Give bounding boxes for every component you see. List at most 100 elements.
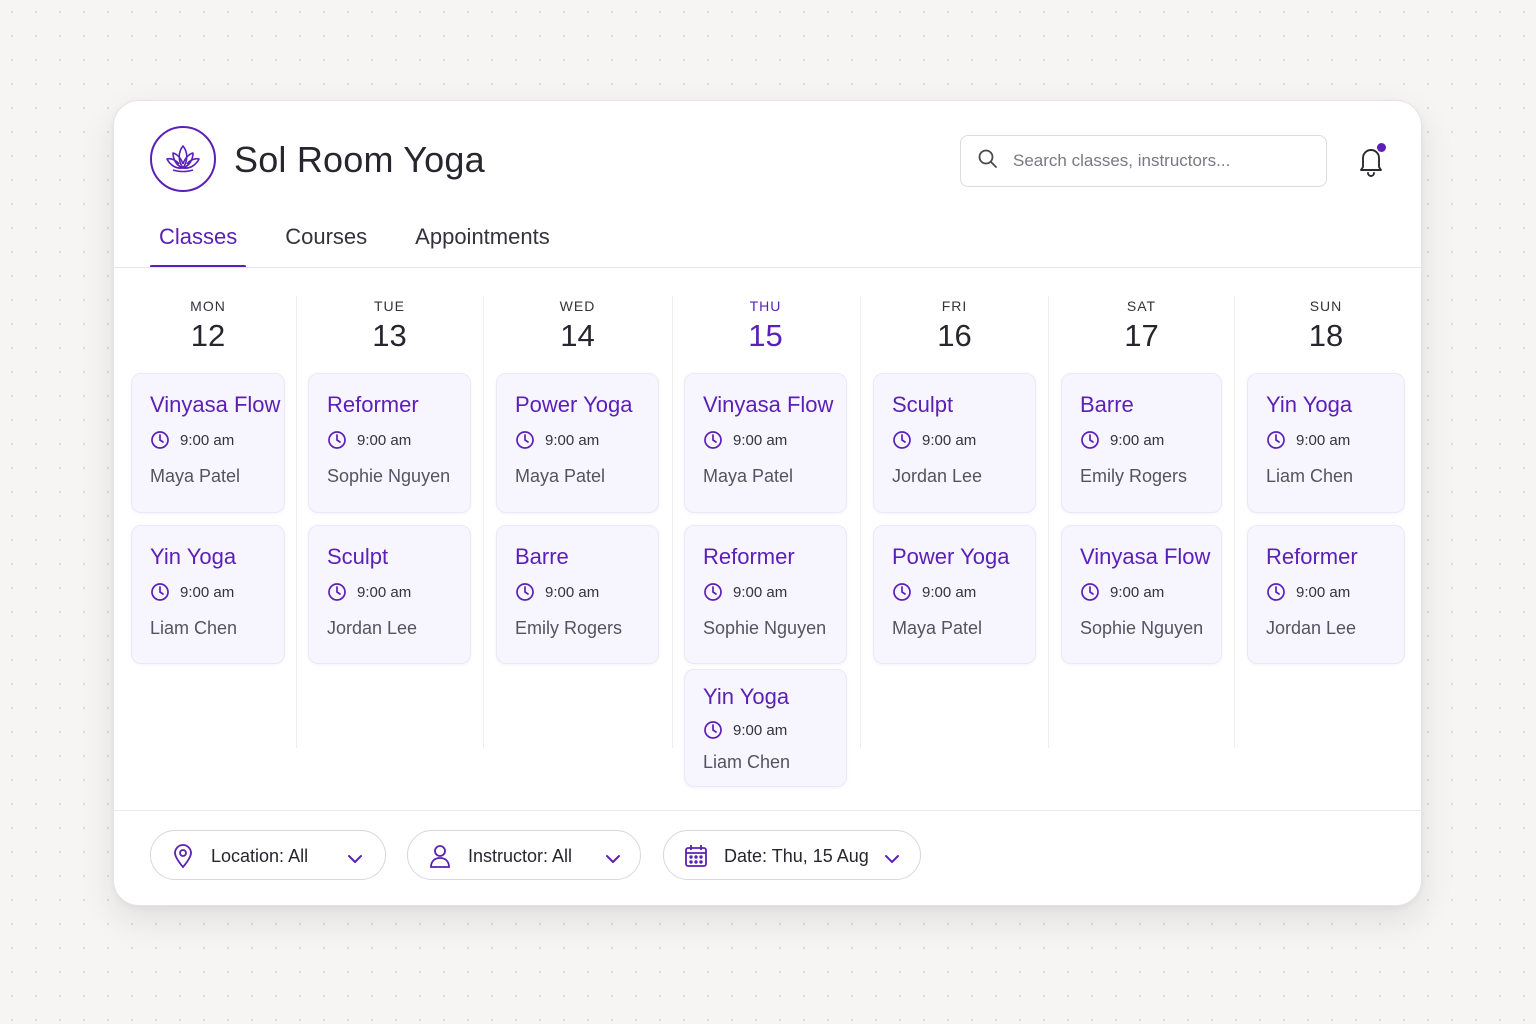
class-title: Barre (1080, 392, 1134, 417)
day-column-sat: SAT 17 Barre 9:00 am Emily Rogers Vinyasa Flo… (1061, 268, 1222, 808)
class-title: Vinyasa Flow (1080, 544, 1211, 569)
tab-appointments[interactable]: Appointments (406, 221, 559, 268)
class-instructor: Sophie Nguyen (327, 466, 451, 486)
day-name: WED (559, 298, 596, 314)
class-instructor: Emily Rogers (1080, 466, 1188, 486)
class-instructor: Liam Chen (703, 752, 791, 772)
class-time: 9:00 am (892, 582, 976, 602)
week-grid: MON 12 Vinyasa Flow 9:00 am Maya Patel Yin Yo… (114, 268, 1423, 808)
class-instructor: Maya Patel (150, 466, 241, 486)
class-title: Reformer (1266, 544, 1358, 569)
day-column-wed: WED 14 Power Yoga 9:00 am Maya Patel Barre 9:0… (496, 268, 659, 808)
class-card[interactable]: Yin Yoga 9:00 am Liam Chen (1247, 373, 1405, 513)
chevron-down-icon (884, 849, 900, 870)
class-card[interactable]: Sculpt 9:00 am Jordan Lee (873, 373, 1036, 513)
class-time-label: 9:00 am (1296, 583, 1351, 601)
class-card[interactable]: Reformer 9:00 am Sophie Nguyen (308, 373, 471, 513)
class-instructor: Jordan Lee (1266, 618, 1357, 638)
notification-dot (1377, 143, 1386, 152)
class-card[interactable]: Power Yoga 9:00 am Maya Patel (496, 373, 659, 513)
class-time: 9:00 am (703, 430, 787, 450)
class-title: Power Yoga (515, 392, 633, 417)
class-card[interactable]: Yin Yoga 9:00 am Liam Chen (684, 669, 847, 787)
class-time-label: 9:00 am (922, 583, 977, 601)
class-time-label: 9:00 am (733, 721, 788, 739)
app-title: Sol Room Yoga (234, 139, 485, 180)
class-time: 9:00 am (892, 430, 976, 450)
date-filter-label: Date: Thu, 15 Aug (724, 846, 869, 866)
clock-icon (515, 582, 545, 602)
class-instructor: Emily Rogers (515, 618, 623, 638)
day-number: 18 (1308, 318, 1344, 353)
search-input[interactable] (1013, 151, 1313, 171)
class-card[interactable]: Barre 9:00 am Emily Rogers (496, 525, 659, 664)
clock-icon (1266, 582, 1296, 602)
class-time: 9:00 am (515, 430, 599, 450)
tab-classes[interactable]: Classes (150, 221, 247, 268)
chevron-down-icon (347, 849, 363, 870)
class-time-label: 9:00 am (1296, 431, 1351, 449)
tab-courses[interactable]: Courses (276, 221, 376, 268)
class-time-label: 9:00 am (180, 583, 235, 601)
class-time-label: 9:00 am (545, 583, 600, 601)
day-name: FRI (941, 298, 968, 314)
column-divider (860, 296, 861, 748)
class-time-label: 9:00 am (1110, 431, 1165, 449)
clock-icon (327, 430, 357, 450)
class-title: Power Yoga (892, 544, 1010, 569)
class-card[interactable]: Yin Yoga 9:00 am Liam Chen (131, 525, 285, 664)
day-number: 13 (372, 318, 407, 353)
class-instructor: Liam Chen (1266, 466, 1354, 486)
search-box[interactable] (960, 135, 1327, 187)
day-name: MON (190, 298, 226, 314)
class-card[interactable]: Reformer 9:00 am Jordan Lee (1247, 525, 1405, 664)
search-icon (977, 148, 999, 175)
day-column-tue: TUE 13 Reformer 9:00 am Sophie Nguyen Sculpt 9… (308, 268, 471, 808)
class-title: Yin Yoga (1266, 392, 1353, 417)
lotus-icon (150, 126, 216, 192)
class-time: 9:00 am (1266, 582, 1350, 602)
user-icon (428, 843, 452, 874)
location-filter[interactable]: Location: All (150, 830, 386, 880)
class-card[interactable]: Barre 9:00 am Emily Rogers (1061, 373, 1222, 513)
class-instructor: Maya Patel (515, 466, 606, 486)
class-title: Reformer (327, 392, 419, 417)
class-time-label: 9:00 am (357, 431, 412, 449)
class-title: Vinyasa Flow (150, 392, 281, 417)
class-time: 9:00 am (703, 720, 787, 740)
class-card[interactable]: Sculpt 9:00 am Jordan Lee (308, 525, 471, 664)
clock-icon (150, 582, 180, 602)
day-number: 14 (560, 318, 595, 353)
class-instructor: Maya Patel (703, 466, 794, 486)
column-divider (483, 296, 484, 748)
day-column-thu: THU 15 Vinyasa Flow 9:00 am Maya Patel Reform… (684, 268, 847, 808)
class-time: 9:00 am (150, 582, 234, 602)
class-time-label: 9:00 am (545, 431, 600, 449)
class-title: Barre (515, 544, 569, 569)
day-column-fri: FRI 16 Sculpt 9:00 am Jordan Lee Power Yoga 9:… (873, 268, 1036, 808)
calendar-icon (684, 843, 708, 874)
class-instructor: Sophie Nguyen (1080, 618, 1204, 638)
column-divider (296, 296, 297, 748)
day-column-mon: MON 12 Vinyasa Flow 9:00 am Maya Patel Yin Yo… (131, 268, 285, 808)
class-card[interactable]: Vinyasa Flow 9:00 am Maya Patel (131, 373, 285, 513)
day-column-sun: SUN 18 Yin Yoga 9:00 am Liam Chen Reformer 9:0… (1247, 268, 1405, 808)
instructor-filter[interactable]: Instructor: All (407, 830, 641, 880)
map-pin-icon (171, 843, 195, 874)
day-name: THU (749, 298, 782, 314)
class-time-label: 9:00 am (733, 583, 788, 601)
class-card[interactable]: Vinyasa Flow 9:00 am Maya Patel (684, 373, 847, 513)
column-divider (1048, 296, 1049, 748)
class-card[interactable]: Reformer 9:00 am Sophie Nguyen (684, 525, 847, 664)
class-title: Sculpt (892, 392, 954, 417)
class-time: 9:00 am (150, 430, 234, 450)
class-title: Yin Yoga (150, 544, 237, 569)
day-number: 15 (748, 318, 783, 353)
clock-icon (703, 720, 733, 740)
date-filter[interactable]: Date: Thu, 15 Aug (663, 830, 921, 880)
clock-icon (892, 430, 922, 450)
clock-icon (1080, 430, 1110, 450)
class-card[interactable]: Power Yoga 9:00 am Maya Patel (873, 525, 1036, 664)
class-card[interactable]: Vinyasa Flow 9:00 am Sophie Nguyen (1061, 525, 1222, 664)
clock-icon (1080, 582, 1110, 602)
